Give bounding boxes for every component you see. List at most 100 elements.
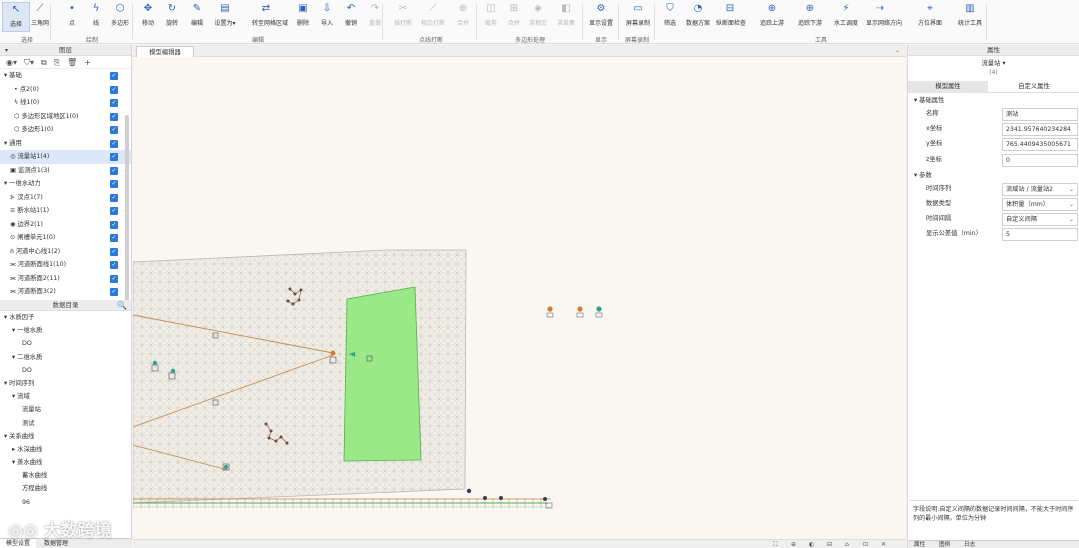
toolbar-button-22[interactable]: ▭ 屏幕录制 — [624, 2, 652, 32]
tab-model-properties[interactable]: 模型属性 — [908, 81, 988, 93]
toolbar-button-21[interactable]: ⚙ 显示设置 — [587, 2, 615, 32]
layer-tool-icon[interactable]: + — [84, 58, 91, 67]
toolbar-button-26[interactable]: ⊕ 追踪上游 — [758, 2, 786, 32]
layer-item[interactable]: ▾ 通用 ✓ — [0, 137, 131, 151]
toolbar-button-14[interactable]: ✂ 插打断 — [389, 2, 417, 32]
canvas-control-icon[interactable]: ⛶ — [773, 540, 777, 548]
property-dropdown[interactable]: 流域站 / 流量站2 ⌄ — [1002, 182, 1078, 196]
layer-item[interactable]: ⊙ 闸槽单元1(0) ✓ — [0, 231, 131, 245]
layer-visibility-checkbox[interactable]: ✓ — [110, 247, 118, 256]
layer-tool-icon[interactable]: ⎘ — [54, 58, 60, 67]
data-tree-item[interactable]: 流量站 — [0, 403, 131, 416]
map-canvas[interactable] — [133, 57, 906, 539]
layer-visibility-checkbox[interactable]: ✓ — [110, 153, 118, 161]
layer-visibility-checkbox[interactable]: ✓ — [110, 193, 118, 202]
toolbar-button-16[interactable]: ⊕ 合并 — [449, 2, 477, 32]
layer-item[interactable]: ⊱ 汊点1(7) ✓ — [0, 191, 131, 205]
toolbar-button-24[interactable]: ◔ 数据方案 — [684, 2, 712, 32]
layer-scrollbar[interactable] — [125, 115, 129, 305]
layer-tool-icon[interactable]: ⛉▾ — [24, 58, 34, 67]
layer-visibility-checkbox[interactable]: ✓ — [110, 234, 118, 242]
layer-visibility-checkbox[interactable]: ✓ — [110, 85, 118, 94]
object-type-selector[interactable]: 流量站 ▾ — [908, 59, 1079, 69]
canvas-control-icon[interactable]: ◐ — [809, 540, 814, 548]
monitor-point[interactable] — [152, 360, 158, 366]
layer-visibility-checkbox[interactable]: ✓ — [110, 180, 118, 188]
tab-legend[interactable]: 图例 — [933, 541, 956, 548]
data-tree-item[interactable]: ▸ 水深曲线 — [0, 443, 131, 456]
tab-custom-properties[interactable]: 自定义属性 — [994, 81, 1074, 93]
layer-item[interactable]: ϟ 线1(0) ✓ — [0, 96, 131, 110]
property-input[interactable]: 测站 — [1002, 108, 1078, 121]
layer-visibility-checkbox[interactable]: ✓ — [110, 112, 118, 121]
data-tree-item[interactable]: DO — [0, 364, 131, 377]
layer-item[interactable]: ▣ 监测点1(3) ✓ — [0, 164, 131, 178]
layer-item[interactable]: ⬡ 多边形1(0) ✓ — [0, 123, 131, 137]
flow-station[interactable] — [330, 350, 336, 356]
toolbar-button-27[interactable]: ⊕ 追踪下游 — [796, 2, 824, 32]
layer-tool-icon[interactable]: ⧉ — [41, 58, 47, 67]
section-basic-properties[interactable]: ▾ 基础属性 — [908, 95, 1079, 107]
property-input[interactable]: 765.4409435005671 — [1002, 138, 1078, 152]
layer-item[interactable]: ▾ 一维水动力 ✓ — [0, 177, 131, 191]
toolbar-button-29[interactable]: ⇢ 显示网络方向 — [866, 2, 902, 32]
data-tree-item[interactable]: ▾ 流域 — [0, 390, 131, 403]
property-dropdown[interactable]: 自定义间隔 ⌄ — [1002, 213, 1078, 227]
layer-visibility-checkbox[interactable]: ✓ — [110, 220, 118, 229]
layer-visibility-checkbox[interactable]: ✓ — [110, 274, 118, 283]
data-tree-item[interactable]: 蓄水曲线 — [0, 469, 131, 482]
property-input[interactable]: 0 — [1002, 153, 1078, 167]
layer-visibility-checkbox[interactable]: ✓ — [110, 72, 118, 80]
layer-item[interactable]: ▾ 基础 ✓ — [0, 69, 131, 83]
flow-station-outside[interactable] — [546, 306, 603, 318]
data-tree-item[interactable]: ▾ 时间序列 — [0, 377, 131, 390]
layer-item[interactable]: ◉ 边界2(1) ✓ — [0, 218, 131, 232]
layer-item[interactable]: • 点2(0) ✓ — [0, 83, 131, 97]
tab-properties[interactable]: 属性 — [908, 541, 931, 548]
toolbar-button-9[interactable]: ⇄ 转至网格区域 — [252, 2, 288, 32]
canvas-control-icon[interactable]: ⌂ — [845, 540, 849, 548]
layer-item[interactable]: ⫘ 河道断面2(11) ✓ — [0, 272, 131, 286]
toolbar-button-13[interactable]: ↷ 重做 — [361, 2, 389, 32]
layer-visibility-checkbox[interactable]: ✓ — [110, 99, 118, 107]
canvas-control-icon[interactable]: ⊟ — [827, 540, 832, 548]
layer-item[interactable]: ⫘ 河道断面3(2) ✓ — [0, 285, 131, 299]
toolbar-button-20[interactable]: ◧ 求差集 — [552, 2, 580, 32]
data-tree-item[interactable]: ▾ 一维水质 — [0, 324, 131, 337]
selected-region-polygon[interactable] — [343, 286, 422, 462]
canvas-control-icon[interactable]: ⊕ — [791, 540, 796, 548]
data-tree-item[interactable]: 方程曲线 — [0, 482, 131, 495]
toolbar-button-6[interactable]: ↻ 旋转 — [158, 2, 186, 32]
toolbar-button-30[interactable]: ⌖ 方位界面 — [916, 2, 944, 32]
collapse-icon[interactable]: ▾ — [5, 45, 8, 56]
data-tree-item[interactable]: ▾ 水质因子 — [0, 311, 131, 324]
data-tree-item[interactable]: 96 — [0, 496, 131, 509]
section-parameters[interactable]: ▾ 参数 — [908, 170, 1079, 182]
toolbar-button-23[interactable]: ⛉ 筛选 — [656, 2, 684, 32]
toolbar-button-15[interactable]: ⟋ 相交打断 — [419, 2, 447, 32]
canvas-control-icon[interactable]: ⊡ — [863, 540, 868, 548]
data-tree-item[interactable]: 测试 — [0, 417, 131, 430]
data-tree-item[interactable]: DO — [0, 337, 131, 350]
monitor-point[interactable] — [170, 368, 176, 374]
layer-tool-icon[interactable]: 🗑 — [67, 58, 77, 67]
layer-visibility-checkbox[interactable]: ✓ — [110, 261, 118, 269]
tab-log[interactable]: 日志 — [958, 541, 981, 548]
data-tree-item[interactable]: ▾ 二维水质 — [0, 351, 131, 364]
monitor-point[interactable] — [223, 464, 229, 470]
toolbar-button-31[interactable]: ▥ 统计工具 — [956, 2, 984, 32]
canvas-control-icon[interactable]: ✕ — [881, 540, 886, 548]
tab-model-editor[interactable]: 模型编辑器 — [136, 46, 194, 57]
layer-visibility-checkbox[interactable]: ✓ — [110, 166, 118, 175]
layer-tool-icon[interactable]: ◉▾ — [6, 58, 17, 67]
toolbar-button-28[interactable]: ⚡ 水工调度 — [832, 2, 860, 32]
property-dropdown[interactable]: 体积量（mm） ⌄ — [1002, 197, 1078, 211]
layer-visibility-checkbox[interactable]: ✓ — [110, 126, 118, 134]
layer-visibility-checkbox[interactable]: ✓ — [110, 139, 118, 148]
layer-item[interactable]: ◎ 流量站1(4) ✓ — [0, 150, 131, 164]
toolbar-button-7[interactable]: ✎ 编辑 — [183, 2, 211, 32]
toolbar-button-4[interactable]: ⬡ 多边形 — [106, 2, 134, 32]
data-tree-item[interactable]: ▾ 关系曲线 — [0, 430, 131, 443]
layer-item[interactable]: ⫛ 河道中心线1(2) ✓ — [0, 245, 131, 259]
toolbar-button-25[interactable]: ⊟ 纵断面检查 — [716, 2, 746, 32]
